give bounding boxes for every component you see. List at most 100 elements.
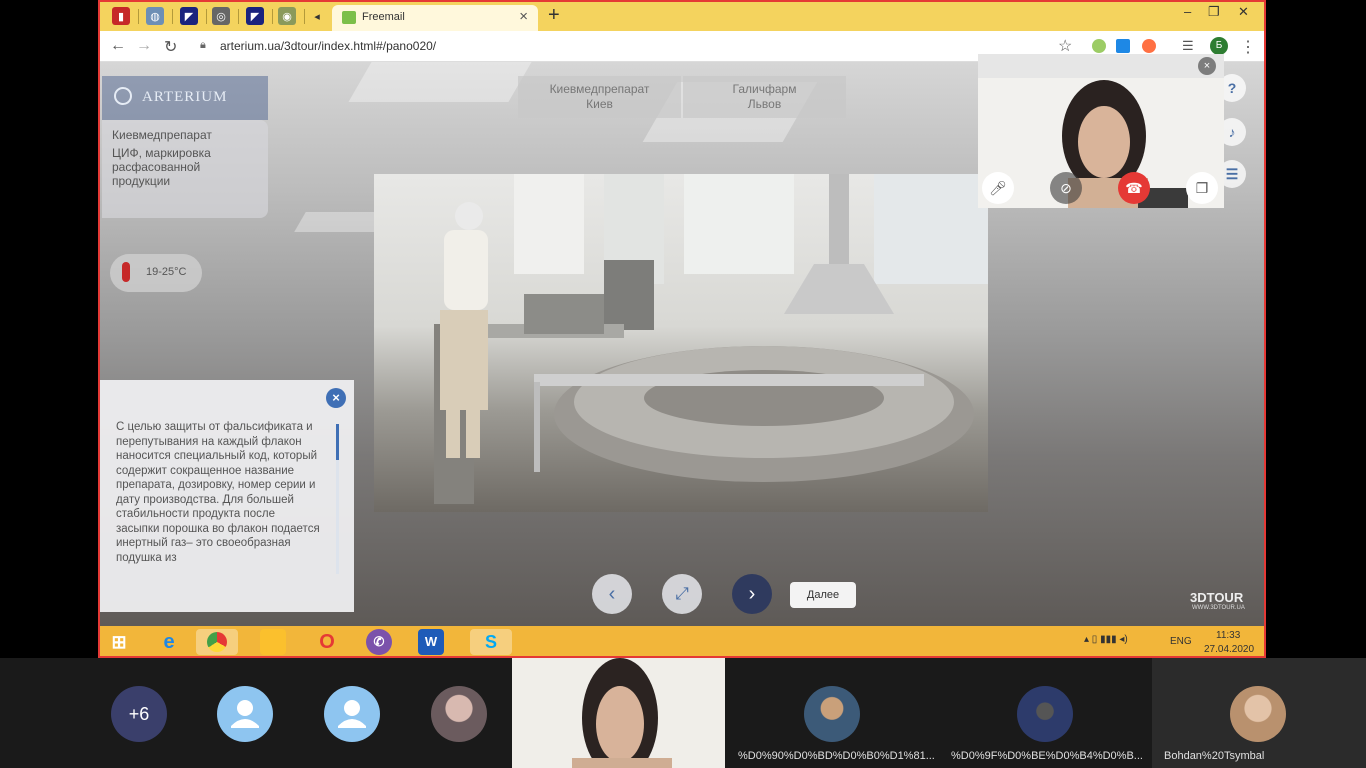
browser-window: ▮ ◍ ◤ ◎ ◤ ◉ ◂ Freemail × + – ❐ ✕ ← → ↻ 🔒… [98,0,1266,658]
chrome-icon[interactable] [196,629,238,655]
system-tray-icons[interactable]: ▴ ▯ ▮▮▮ ◂) [1084,634,1128,645]
tab-favicon-flag[interactable]: ◤ [246,7,264,25]
internet-explorer-icon[interactable]: e [156,629,182,655]
tab-separator [206,9,207,24]
participant-avatar-default[interactable] [324,686,380,742]
tab-freemail[interactable]: Freemail × [332,5,538,31]
extension-icon[interactable] [1142,39,1156,53]
ceiling-panel [348,62,532,102]
tab-separator [138,9,139,24]
tab-separator [238,9,239,24]
user-silhouette-icon [338,700,366,728]
window-switch-button[interactable]: ❐ [1186,172,1218,204]
participant-tile[interactable]: Bohdan%20Tsymbal [1152,658,1366,768]
tab-separator [272,9,273,24]
location-tab-title: Киевмедпрепарат [549,82,650,96]
self-video-illustration [512,658,725,768]
clock-time[interactable]: 11:33 [1216,630,1240,641]
production-line-illustration [434,174,988,504]
description-panel: × С целью защиты от фальсификата и переп… [100,380,354,612]
tab-close-icon[interactable]: × [519,8,528,25]
close-window-button[interactable]: ✕ [1238,4,1249,20]
participant-avatar-photo[interactable] [804,686,860,742]
location-tab-city: Львов [747,97,782,111]
logo-text: ARTERIUM [142,89,228,105]
skype-icon[interactable]: S [470,629,512,655]
prev-button[interactable]: ‹ [592,574,632,614]
thermometer-icon [122,262,130,282]
file-explorer-icon[interactable] [260,629,286,655]
screen: ▮ ◍ ◤ ◎ ◤ ◉ ◂ Freemail × + – ❐ ✕ ← → ↻ 🔒… [0,0,1366,768]
participant-avatar-photo[interactable] [1017,686,1073,742]
location-tab-title: Галичфарм [732,82,797,96]
arterium-logo-icon [114,87,132,105]
location-tab-lviv[interactable]: Галичфарм Львов [683,76,846,118]
call-popup: × 🎤︎ ⊘ ☎︎ ❐ [978,54,1224,208]
hang-up-button[interactable]: ☎︎ [1118,172,1150,204]
bookmark-star-icon[interactable]: ☆ [1058,36,1072,56]
menu-kebab-icon[interactable]: ⋮ [1240,37,1256,57]
location-tab-city: Киев [586,97,613,111]
opera-icon[interactable]: O [314,629,340,655]
temperature-value: 19-25°C [146,266,187,278]
panel-scrollbar[interactable] [336,424,339,574]
fullscreen-button[interactable]: ⤢ [662,574,702,614]
next-tooltip: Далее [790,582,856,608]
call-close-button[interactable]: × [1198,57,1216,75]
freemail-favicon-icon [342,11,356,24]
arterium-logo[interactable]: ARTERIUM [102,76,268,120]
3dtour-logo: 3DTOUR [1190,590,1244,605]
more-participants-badge[interactable]: +6 [111,686,167,742]
participant-avatar-photo [1230,686,1286,742]
self-video-tile[interactable] [512,658,725,768]
participant-name: %D0%90%D0%BD%D0%B0%D1%81... [738,750,935,762]
tab-favicon-circle[interactable]: ◉ [278,7,296,25]
extension-icon[interactable] [1116,39,1130,53]
tab-favicon-globe[interactable]: ◍ [146,7,164,25]
start-windows-icon[interactable]: ⊞ [106,629,132,655]
profile-avatar[interactable]: Б [1210,37,1228,55]
maximize-button[interactable]: ❐ [1208,4,1220,20]
participant-name: Bohdan%20Tsymbal [1164,750,1265,762]
participant-name: %D0%9F%D0%BE%D0%B4%D0%B... [951,750,1143,762]
reload-icon[interactable]: ↻ [164,37,177,57]
participants-strip: +6 %D0%90%D0%BD%D0%B0%D1%81... %D0%9F%D0… [0,658,1366,768]
tab-separator [172,9,173,24]
tab-strip: ▮ ◍ ◤ ◎ ◤ ◉ ◂ Freemail × + – ❐ ✕ [100,2,1264,31]
participant-avatar-photo[interactable] [431,686,487,742]
tab-favicon-flag[interactable]: ◤ [180,7,198,25]
clock-date[interactable]: 27.04.2020 [1204,644,1254,655]
participant-avatar-default[interactable] [217,686,273,742]
production-video[interactable] [374,174,988,512]
lock-icon: 🔒︎ [200,39,206,51]
url-text: arterium.ua/3dtour/index.html#/pano020/ [220,39,437,53]
camera-off-button[interactable]: ⊘ [1050,172,1082,204]
info-card-title: Киевмедпрепарат [112,128,212,142]
address-bar[interactable]: 🔒︎ arterium.ua/3dtour/index.html#/pano02… [190,35,1080,58]
forward-arrow-icon[interactable]: → [136,37,152,55]
new-tab-button[interactable]: + [548,4,560,27]
more-participants-count: +6 [128,704,150,724]
tab-favicon-speaker-icon[interactable]: ◂ [308,7,326,25]
temperature-badge: 19-25°C [110,254,202,292]
description-text: С целью защиты от фальсификата и перепут… [116,421,320,564]
tab-favicon-chrome[interactable]: ◎ [212,7,230,25]
minimize-button[interactable]: – [1184,4,1191,19]
back-arrow-icon[interactable]: ← [110,37,126,55]
next-button[interactable]: › [732,574,772,614]
tab-favicon-book[interactable]: ▮ [112,7,130,25]
tab-separator [304,9,305,24]
language-indicator[interactable]: ENG [1170,636,1192,647]
location-tabs: Киевмедпрепарат Киев Галичфарм Львов [518,76,846,118]
panel-close-button[interactable]: × [326,388,346,408]
viber-icon[interactable]: ✆ [366,629,392,655]
windows-taskbar: ⊞ e O ✆ W S ▴ ▯ ▮▮▮ ◂) ENG 11:33 27.04.2… [100,626,1264,656]
tab-title: Freemail [362,11,405,23]
user-silhouette-icon [231,700,259,728]
extension-icon[interactable] [1092,39,1106,53]
scrollbar-thumb[interactable] [336,424,339,460]
location-tab-kiev[interactable]: Киевмедпрепарат Киев [518,76,681,118]
reading-list-icon[interactable]: ☰ [1182,38,1194,54]
microphone-button[interactable]: 🎤︎ [982,172,1014,204]
word-icon[interactable]: W [418,629,444,655]
